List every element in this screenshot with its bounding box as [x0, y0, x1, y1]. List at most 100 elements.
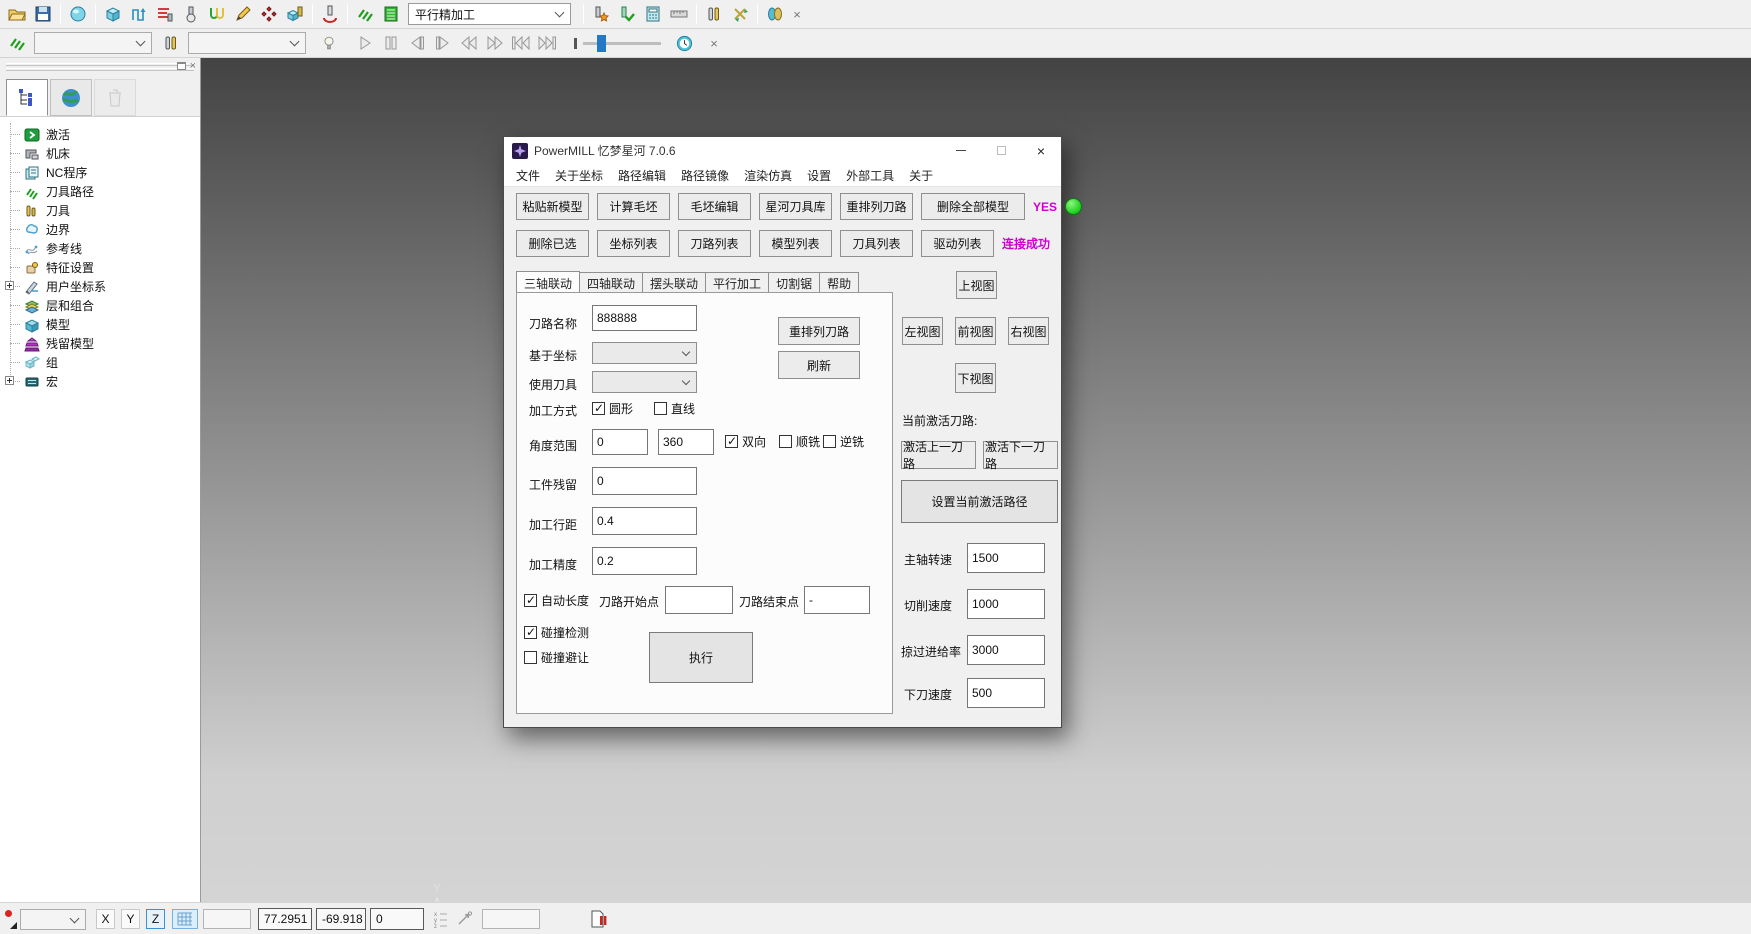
tree-tab[interactable]: [6, 79, 48, 116]
tree-item-stock-models[interactable]: 残留模型: [0, 334, 200, 353]
calc-block-button[interactable]: 计算毛坯: [597, 193, 670, 220]
lightbulb-icon[interactable]: [316, 31, 342, 55]
pause-block-icon[interactable]: [590, 909, 608, 932]
tree-item-levels-and-sets[interactable]: 层和组合: [0, 296, 200, 315]
toolpath-name-input[interactable]: [592, 305, 697, 331]
toolbar-close-icon[interactable]: ×: [788, 5, 806, 23]
set-active-path-button[interactable]: 设置当前激活路径: [901, 480, 1058, 523]
expand-icon[interactable]: [5, 281, 14, 290]
go-start-icon[interactable]: [508, 31, 534, 55]
go-end-icon[interactable]: [534, 31, 560, 55]
maximize-button[interactable]: [981, 137, 1021, 164]
toolpath-icon[interactable]: [4, 31, 30, 55]
close-button[interactable]: ×: [1021, 137, 1061, 164]
tool-pair-icon[interactable]: [158, 31, 184, 55]
spindle-speed-input[interactable]: [967, 543, 1045, 573]
trash-tab[interactable]: [94, 79, 136, 116]
tree-item-macros[interactable]: 宏: [0, 372, 200, 391]
tolerance-input[interactable]: [592, 547, 697, 575]
clock-icon[interactable]: [671, 31, 697, 55]
tree-item-machine[interactable]: 机床: [0, 144, 200, 163]
tab-3axis[interactable]: 三轴联动: [516, 271, 580, 292]
paste-new-model-button[interactable]: 粘贴新模型: [516, 193, 589, 220]
tree-item-boundaries[interactable]: 边界: [0, 220, 200, 239]
graphics-viewport[interactable]: Y X Z PowerMILL 忆梦星河 7.0.6 × 文件 关于坐标 路径编…: [201, 58, 1751, 902]
rearrange-button[interactable]: 重排列刀路: [778, 317, 860, 345]
tree-item-tools[interactable]: 刀具: [0, 201, 200, 220]
refresh-button[interactable]: 刷新: [778, 351, 860, 379]
tool-select[interactable]: [188, 32, 306, 54]
view-front-button[interactable]: 前视图: [955, 317, 996, 345]
ruler-icon[interactable]: [666, 2, 692, 26]
menu-about[interactable]: 关于: [909, 167, 933, 184]
toolbar-close-icon[interactable]: ×: [705, 34, 723, 52]
axis-z-button[interactable]: Z: [146, 909, 165, 929]
slider-track[interactable]: [583, 42, 661, 45]
tree-item-activate[interactable]: 激活: [0, 125, 200, 144]
drive-list-button[interactable]: 驱动列表: [921, 230, 994, 257]
coord-list-button[interactable]: 坐标列表: [597, 230, 670, 257]
raster-toolpath-icon[interactable]: [126, 2, 152, 26]
view-bottom-button[interactable]: 下视图: [955, 363, 996, 393]
move-cursor-icon[interactable]: [456, 911, 474, 930]
tab-help[interactable]: 帮助: [819, 272, 859, 292]
tool-pair-icon[interactable]: [701, 2, 727, 26]
tab-saw[interactable]: 切割锯: [768, 272, 820, 292]
ballnose-tool-icon[interactable]: [178, 2, 204, 26]
climb-mill-checkbox[interactable]: 顺铣: [779, 433, 820, 450]
calculator-icon[interactable]: [640, 2, 666, 26]
menu-render-sim[interactable]: 渲染仿真: [744, 167, 792, 184]
tab-head-tilt[interactable]: 摆头联动: [642, 272, 706, 292]
stock-input[interactable]: [592, 467, 697, 495]
menu-path-edit[interactable]: 路径编辑: [618, 167, 666, 184]
view-top-button[interactable]: 上视图: [956, 271, 997, 299]
cutting-feed-input[interactable]: [967, 589, 1045, 619]
collision-avoid-checkbox[interactable]: 碰撞避让: [524, 649, 589, 666]
stock-model-icon[interactable]: [282, 2, 308, 26]
toolpath-list-icon[interactable]: [378, 2, 404, 26]
float-window-icon[interactable]: [177, 62, 186, 70]
point-picker-widget[interactable]: [3, 908, 18, 930]
tree-item-feature-sets[interactable]: 特征设置: [0, 258, 200, 277]
feature-set-icon[interactable]: [256, 2, 282, 26]
rewind-icon[interactable]: [456, 31, 482, 55]
menu-settings[interactable]: 设置: [807, 167, 831, 184]
open-project-icon[interactable]: [4, 2, 30, 26]
tree-item-groups[interactable]: 组: [0, 353, 200, 372]
grid-size-field[interactable]: [203, 909, 251, 929]
stepover-input[interactable]: [592, 507, 697, 535]
speed-slider[interactable]: [574, 38, 661, 49]
coord-select[interactable]: [592, 342, 697, 364]
tree-item-patterns[interactable]: 参考线: [0, 239, 200, 258]
world-tab[interactable]: [50, 79, 92, 116]
collision-star-icon[interactable]: [588, 2, 614, 26]
strategy-dropdown[interactable]: 平行精加工: [408, 3, 571, 25]
cursor-x-field[interactable]: 77.2951: [258, 908, 312, 930]
bidirectional-checkbox[interactable]: 双向: [725, 433, 766, 450]
view-right-button[interactable]: 右视图: [1008, 317, 1049, 345]
rearrange-toolpaths-button[interactable]: 重排列刀路: [840, 193, 913, 220]
menu-about-coords[interactable]: 关于坐标: [555, 167, 603, 184]
toolpath-select[interactable]: [34, 32, 152, 54]
angle-start-input[interactable]: [592, 429, 648, 455]
play-icon[interactable]: [352, 31, 378, 55]
tool-library-button[interactable]: 星河刀具库: [759, 193, 832, 220]
skim-feed-input[interactable]: [967, 635, 1045, 665]
view-left-button[interactable]: 左视图: [902, 317, 943, 345]
collision-check-checkbox[interactable]: 碰撞检测: [524, 624, 589, 641]
menu-path-mirror[interactable]: 路径镜像: [681, 167, 729, 184]
tool-select[interactable]: [592, 371, 697, 393]
block-edit-button[interactable]: 毛坯编辑: [678, 193, 751, 220]
toolpath-list-button[interactable]: 刀路列表: [678, 230, 751, 257]
fast-forward-icon[interactable]: [482, 31, 508, 55]
minimize-button[interactable]: [941, 137, 981, 164]
tool-check-icon[interactable]: [614, 2, 640, 26]
tab-4axis[interactable]: 四轴联动: [579, 272, 643, 292]
block-icon[interactable]: [100, 2, 126, 26]
xyz-list-icon[interactable]: xyz: [434, 910, 450, 931]
menu-file[interactable]: 文件: [516, 167, 540, 184]
dialog-titlebar[interactable]: PowerMILL 忆梦星河 7.0.6 ×: [504, 137, 1061, 164]
model-list-button[interactable]: 模型列表: [759, 230, 832, 257]
conventional-mill-checkbox[interactable]: 逆铣: [823, 433, 864, 450]
line-checkbox[interactable]: 直线: [654, 400, 695, 417]
